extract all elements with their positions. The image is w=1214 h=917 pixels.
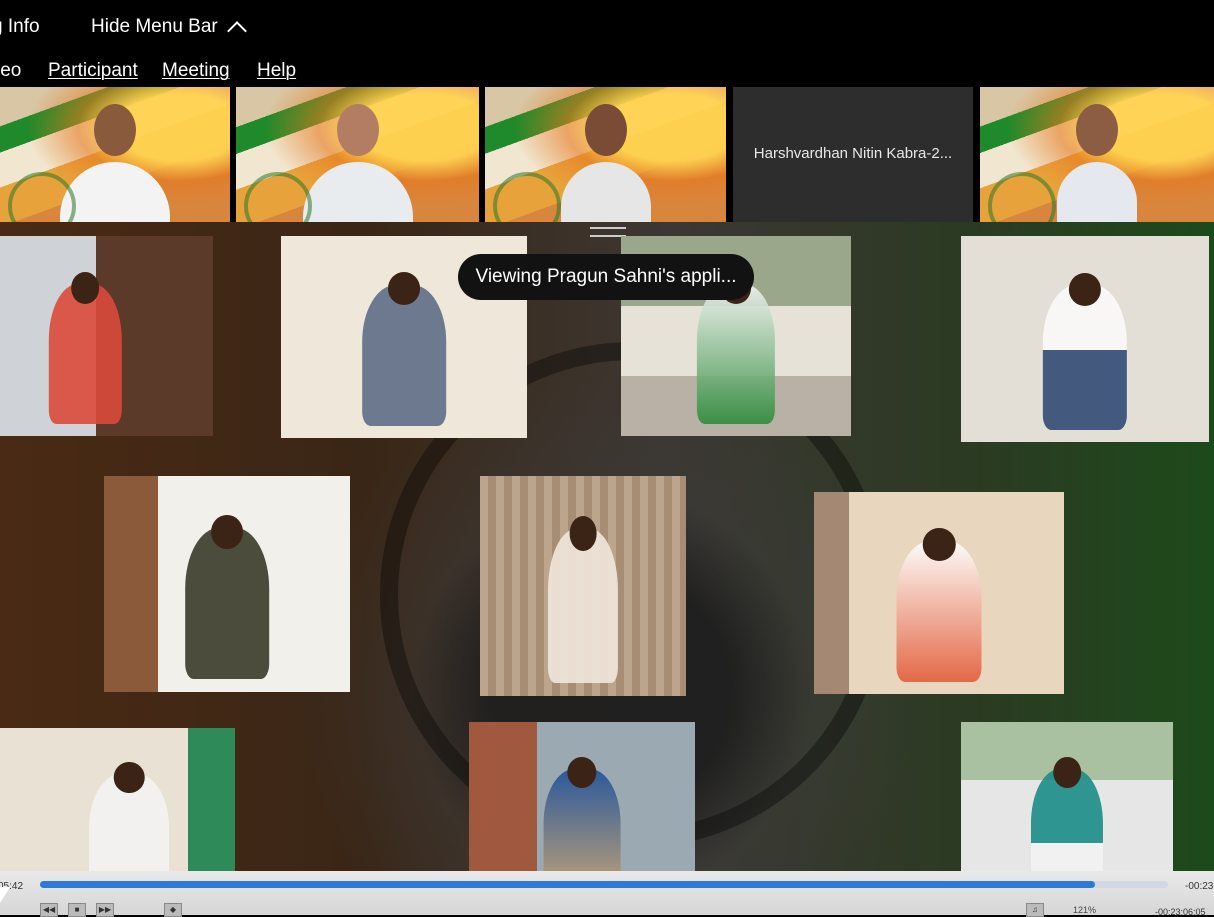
participant-tile[interactable]: Harshvardhan Nitin Kabra-2...: [733, 87, 976, 222]
dancer-photo: [104, 476, 350, 692]
dancer-photo: [814, 492, 1064, 694]
dancer-photo: [0, 236, 213, 436]
participant-tile[interactable]: [485, 87, 729, 222]
participant-video: [60, 104, 170, 222]
screen-share-area: Viewing Pragun Sahni's appli...: [0, 222, 1214, 915]
video-player-controls: 05:42 -00:23 ◀◀ ■ ▶▶ ◆ ♫ 121% -00:23:06:…: [0, 871, 1214, 917]
hide-menu-bar-button[interactable]: Hide Menu Bar: [91, 16, 247, 41]
participant-video: [1057, 104, 1137, 222]
remaining-time: -00:23: [1185, 881, 1214, 892]
top-bar: g Info Hide Menu Bar: [0, 0, 1214, 52]
viewing-screen-toast: Viewing Pragun Sahni's appli...: [458, 254, 754, 300]
menu-bar: leo Participant Meeting Help: [0, 52, 1214, 86]
hide-menu-bar-label: Hide Menu Bar: [91, 16, 218, 37]
menu-meeting[interactable]: Meeting: [162, 60, 230, 82]
zoom-level: 121%: [1073, 905, 1097, 915]
dancer-photo: [961, 236, 1209, 442]
participant-tile[interactable]: [0, 87, 233, 222]
chevron-up-icon: [226, 21, 247, 41]
participant-video: [560, 104, 651, 222]
meeting-info-button[interactable]: g Info: [0, 16, 40, 38]
participant-name: Harshvardhan Nitin Kabra-2...: [753, 145, 953, 162]
participant-tile[interactable]: [980, 87, 1214, 222]
remaining-time-long: -00:23:06:05: [1155, 907, 1206, 917]
participant-video: [302, 104, 413, 222]
participant-tile[interactable]: [236, 87, 482, 222]
seek-bar[interactable]: [40, 881, 1168, 888]
seek-bar-fill: [40, 881, 1095, 888]
mouse-cursor-icon: [0, 887, 10, 903]
participant-video-strip: Harshvardhan Nitin Kabra-2...: [0, 87, 1214, 222]
dancer-photo: [480, 476, 686, 696]
menu-help[interactable]: Help: [257, 60, 296, 82]
menu-video[interactable]: leo: [0, 60, 21, 82]
menu-participant[interactable]: Participant: [48, 60, 138, 82]
